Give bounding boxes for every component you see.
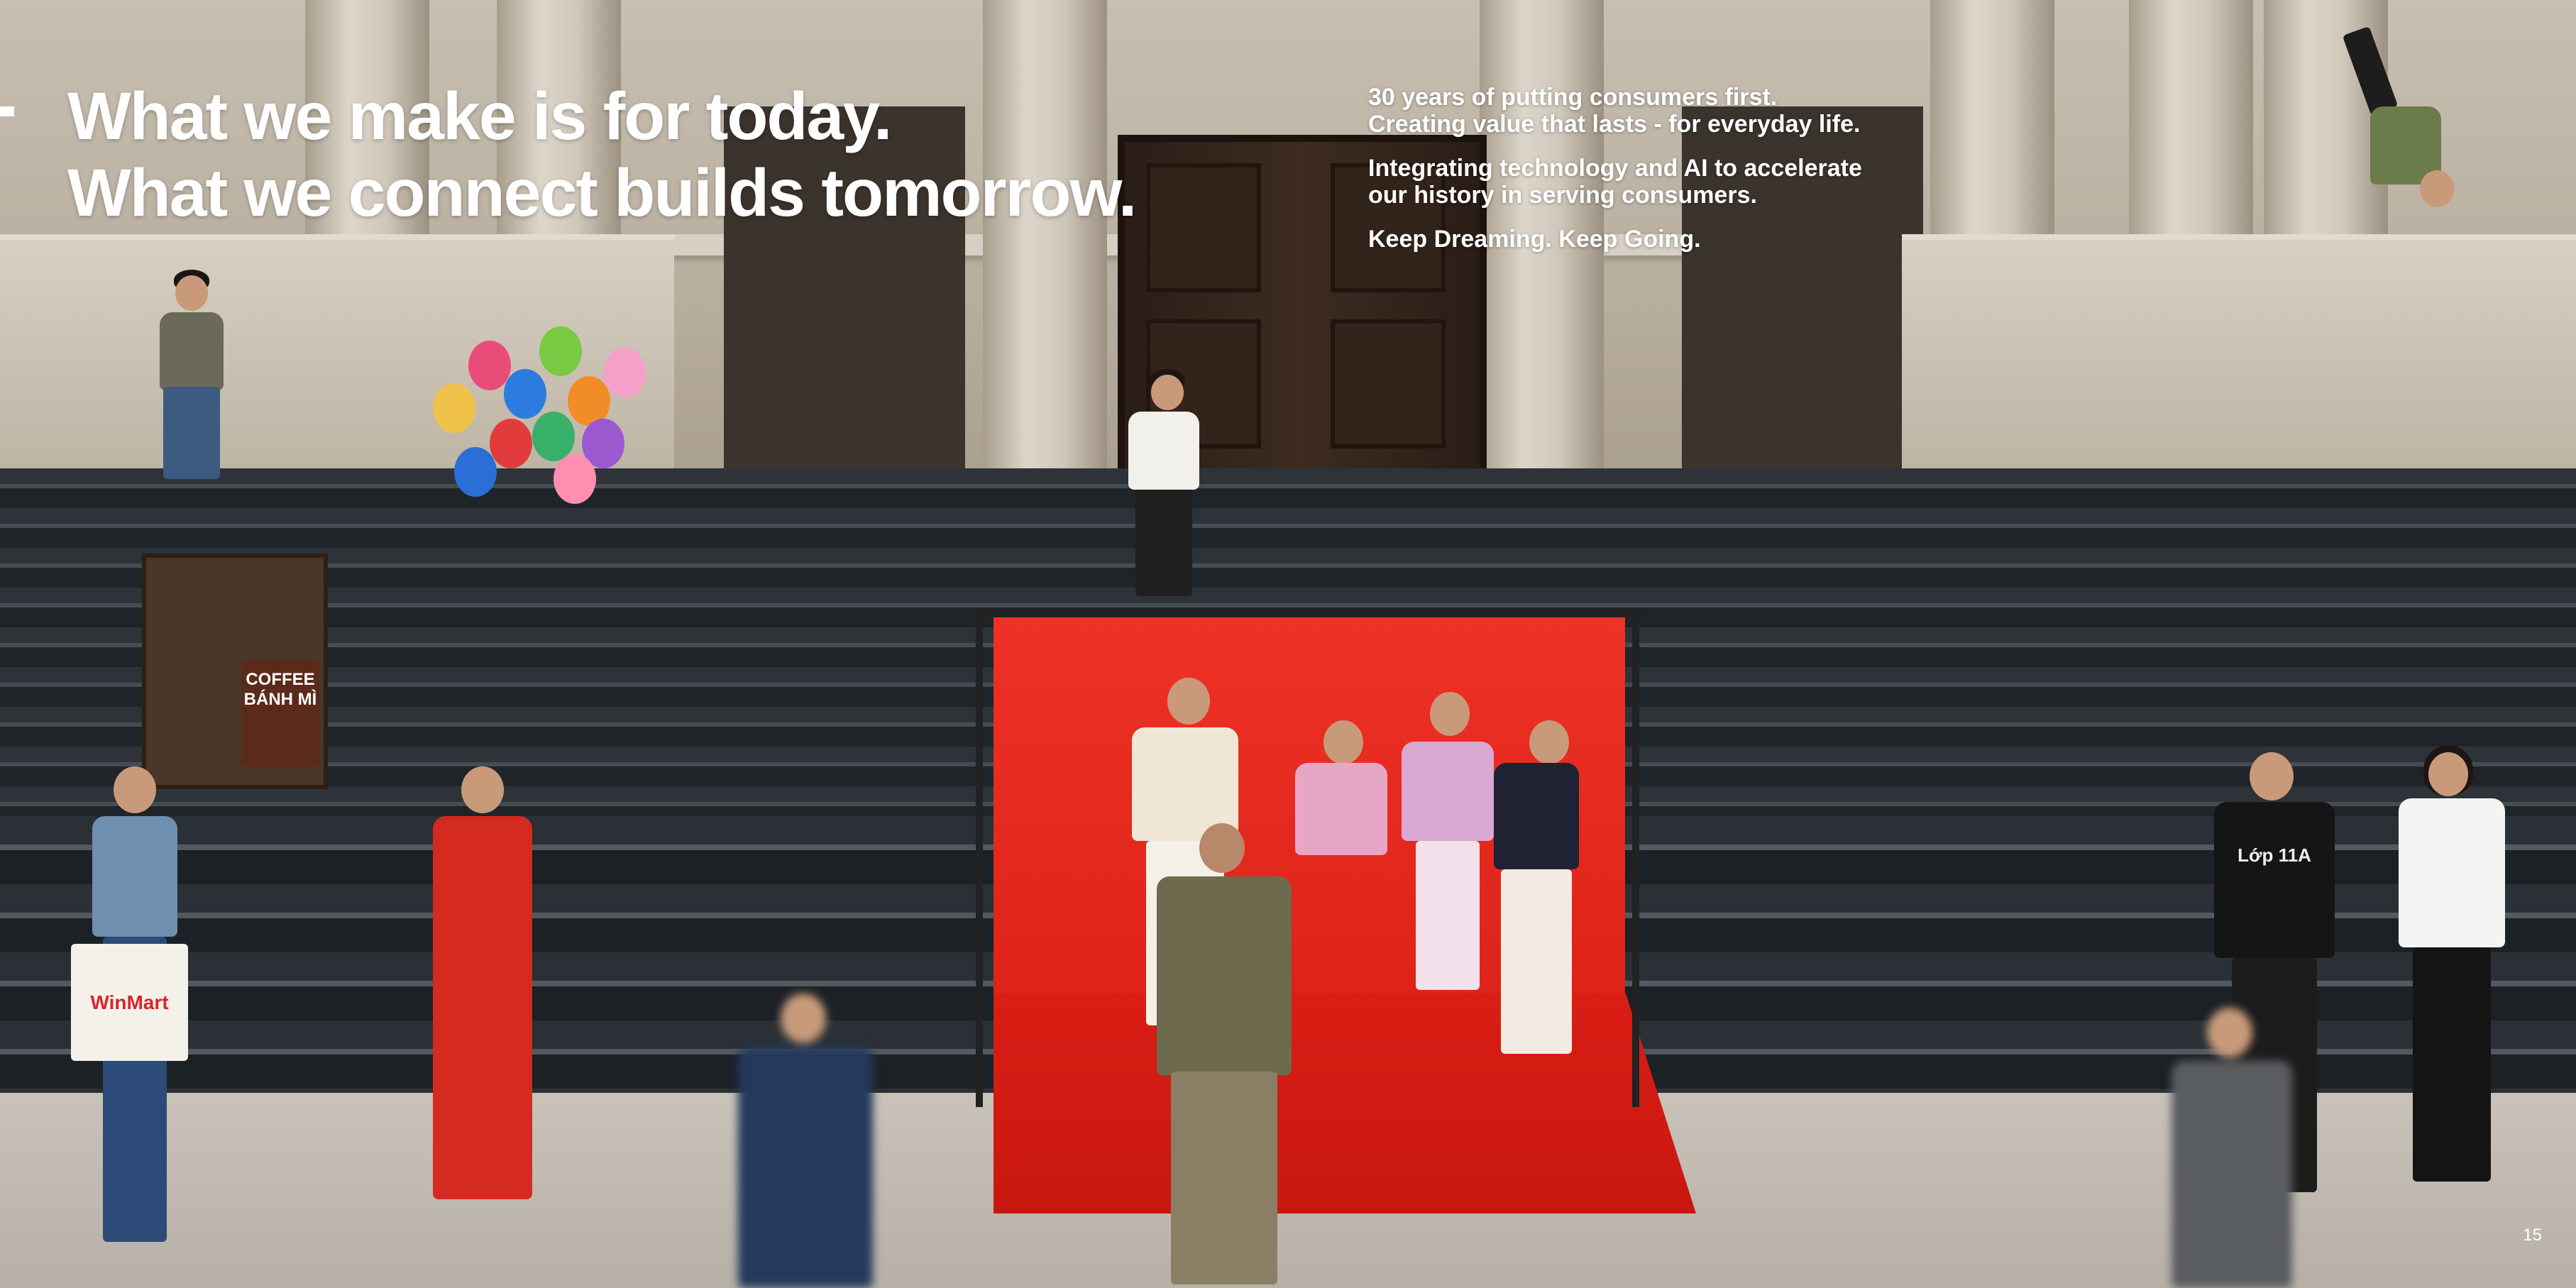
body-copy: 30 years of putting consumers first. Cre… [1368, 84, 1908, 270]
headline-line-2: What we connect builds tomorrow. [67, 155, 1137, 231]
shopping-bag: WinMart [71, 944, 188, 1061]
backdrop-stand [976, 610, 983, 1107]
body-paragraph-2-line-1: Integrating technology and AI to acceler… [1368, 155, 1862, 182]
red-backdrop-floor [993, 993, 1696, 1213]
body-paragraph-1-line-1: 30 years of putting consumers first. [1368, 84, 1778, 111]
body-paragraph-1: 30 years of putting consumers first. Cre… [1368, 84, 1908, 138]
stone-column [983, 0, 1107, 490]
body-paragraph-1-line-2: Creating value that lasts - for everyday… [1368, 111, 1861, 138]
body-paragraph-3: Keep Dreaming. Keep Going. [1368, 226, 1701, 253]
balloon-bunch [426, 312, 660, 504]
backdrop-frame [979, 610, 1643, 617]
page-number: 15 [2523, 1226, 2542, 1245]
pedestal-right [1902, 234, 2576, 490]
body-paragraph-2-line-2: our history in serving consumers. [1368, 182, 1757, 209]
headline-marker [0, 106, 14, 116]
body-paragraph-2: Integrating technology and AI to acceler… [1368, 155, 1908, 209]
tshirt-print: Lớp 11A [2214, 802, 2335, 958]
headline: What we make is for today. What we conne… [67, 78, 1137, 231]
headline-line-1: What we make is for today. [67, 79, 892, 154]
cart-sign: COFFEE BÁNH MÌ [241, 660, 319, 766]
backdrop-stand [1632, 610, 1639, 1107]
